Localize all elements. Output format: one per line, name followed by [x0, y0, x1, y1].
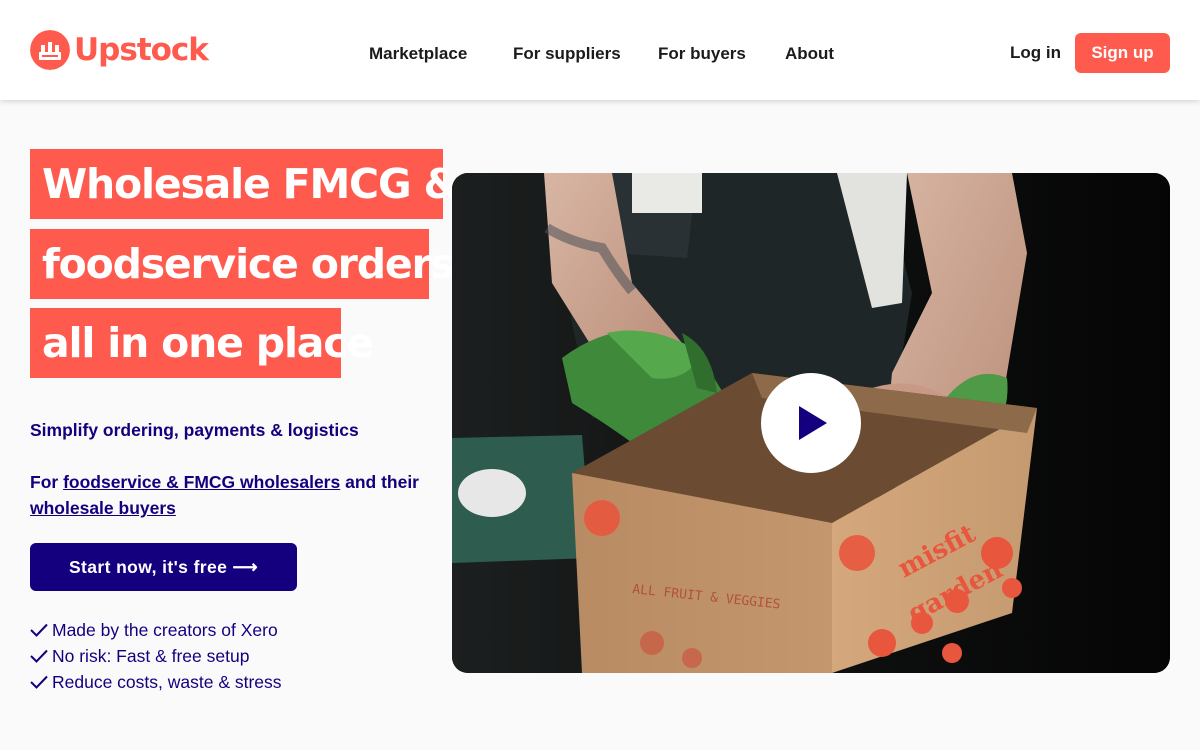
- benefit-text: Reduce costs, waste & stress: [52, 671, 282, 692]
- play-button[interactable]: [761, 373, 861, 473]
- play-icon: [799, 406, 827, 440]
- wholesalers-link[interactable]: foodservice & FMCG wholesalers: [63, 472, 340, 492]
- headline-line-3: all in one place: [30, 308, 374, 378]
- start-now-button[interactable]: Start now, it's free ⟶: [30, 543, 297, 591]
- benefit-item: Made by the creators of Xero: [30, 617, 282, 643]
- login-link[interactable]: Log in: [1010, 42, 1061, 64]
- hero-audience: For foodservice & FMCG wholesalers and t…: [30, 469, 430, 521]
- hero-tagline: Simplify ordering, payments & logistics: [30, 420, 359, 440]
- headline-line-1: Wholesale FMCG &: [30, 149, 459, 219]
- audience-middle: and their: [340, 472, 419, 492]
- audience-prefix: For: [30, 472, 64, 492]
- benefit-item: Reduce costs, waste & stress: [30, 669, 282, 695]
- benefit-text: Made by the creators of Xero: [52, 619, 278, 640]
- benefit-text: No risk: Fast & free setup: [52, 645, 250, 666]
- signup-button[interactable]: Sign up: [1075, 33, 1170, 73]
- headline-line-2: foodservice orders:: [30, 229, 470, 299]
- nav-about[interactable]: About: [785, 43, 834, 65]
- nav-marketplace[interactable]: Marketplace: [369, 43, 467, 65]
- check-icon: [30, 623, 48, 637]
- benefit-item: No risk: Fast & free setup: [30, 643, 282, 669]
- check-icon: [30, 649, 48, 663]
- nav-for-buyers[interactable]: For buyers: [658, 43, 746, 65]
- buyers-link[interactable]: wholesale buyers: [30, 498, 176, 518]
- benefits-list: Made by the creators of Xero No risk: Fa…: [30, 617, 282, 695]
- nav-for-suppliers[interactable]: For suppliers: [513, 43, 621, 65]
- site-header: Upstock Marketplace For suppliers For bu…: [0, 0, 1200, 100]
- hero-video[interactable]: misfit garden ALL FRUIT & VEGGIES: [452, 173, 1170, 673]
- check-icon: [30, 675, 48, 689]
